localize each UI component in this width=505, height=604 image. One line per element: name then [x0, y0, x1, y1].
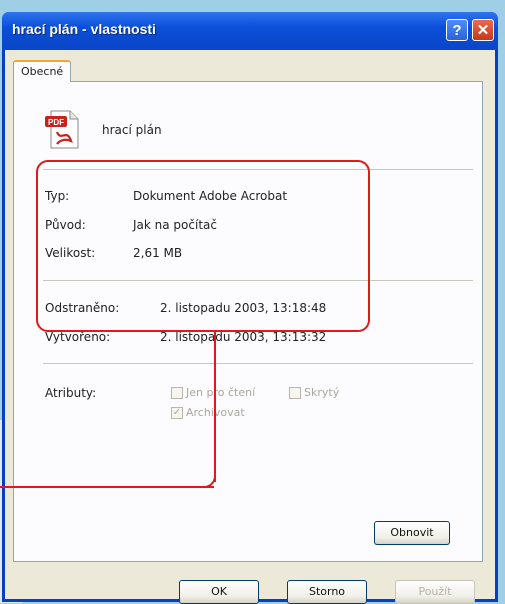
help-button[interactable]: ?: [446, 19, 468, 41]
created-label: Vytvořeno:: [45, 330, 111, 344]
window-title: hrací plán - vlastnosti: [12, 21, 156, 37]
pdf-file-icon: PDF: [45, 110, 79, 149]
highlight-callout-line: [214, 332, 216, 482]
title-bar[interactable]: hrací plán - vlastnosti ? ✕: [2, 12, 498, 50]
attributes-label: Atributy:: [45, 386, 97, 400]
highlight-callout-line-horizontal: [0, 486, 214, 488]
close-button[interactable]: ✕: [472, 19, 494, 41]
highlight-box: [36, 160, 370, 332]
hidden-checkbox[interactable]: [289, 387, 301, 399]
readonly-checkbox[interactable]: [171, 387, 183, 399]
cancel-button[interactable]: Storno: [287, 580, 367, 604]
file-name: hrací plán: [102, 123, 162, 137]
ok-button[interactable]: OK: [179, 580, 259, 604]
hidden-label: Skrytý: [304, 386, 340, 399]
archive-checkbox[interactable]: ✓: [171, 407, 183, 419]
tab-general[interactable]: Obecné: [13, 60, 71, 82]
svg-text:PDF: PDF: [48, 118, 64, 127]
created-value: 2. listopadu 2003, 13:13:32: [160, 330, 327, 344]
readonly-label: Jen pro čtení: [186, 386, 256, 399]
restore-button[interactable]: Obnovit: [374, 521, 450, 545]
separator-3: [43, 363, 473, 365]
apply-button[interactable]: Použít: [395, 580, 475, 604]
